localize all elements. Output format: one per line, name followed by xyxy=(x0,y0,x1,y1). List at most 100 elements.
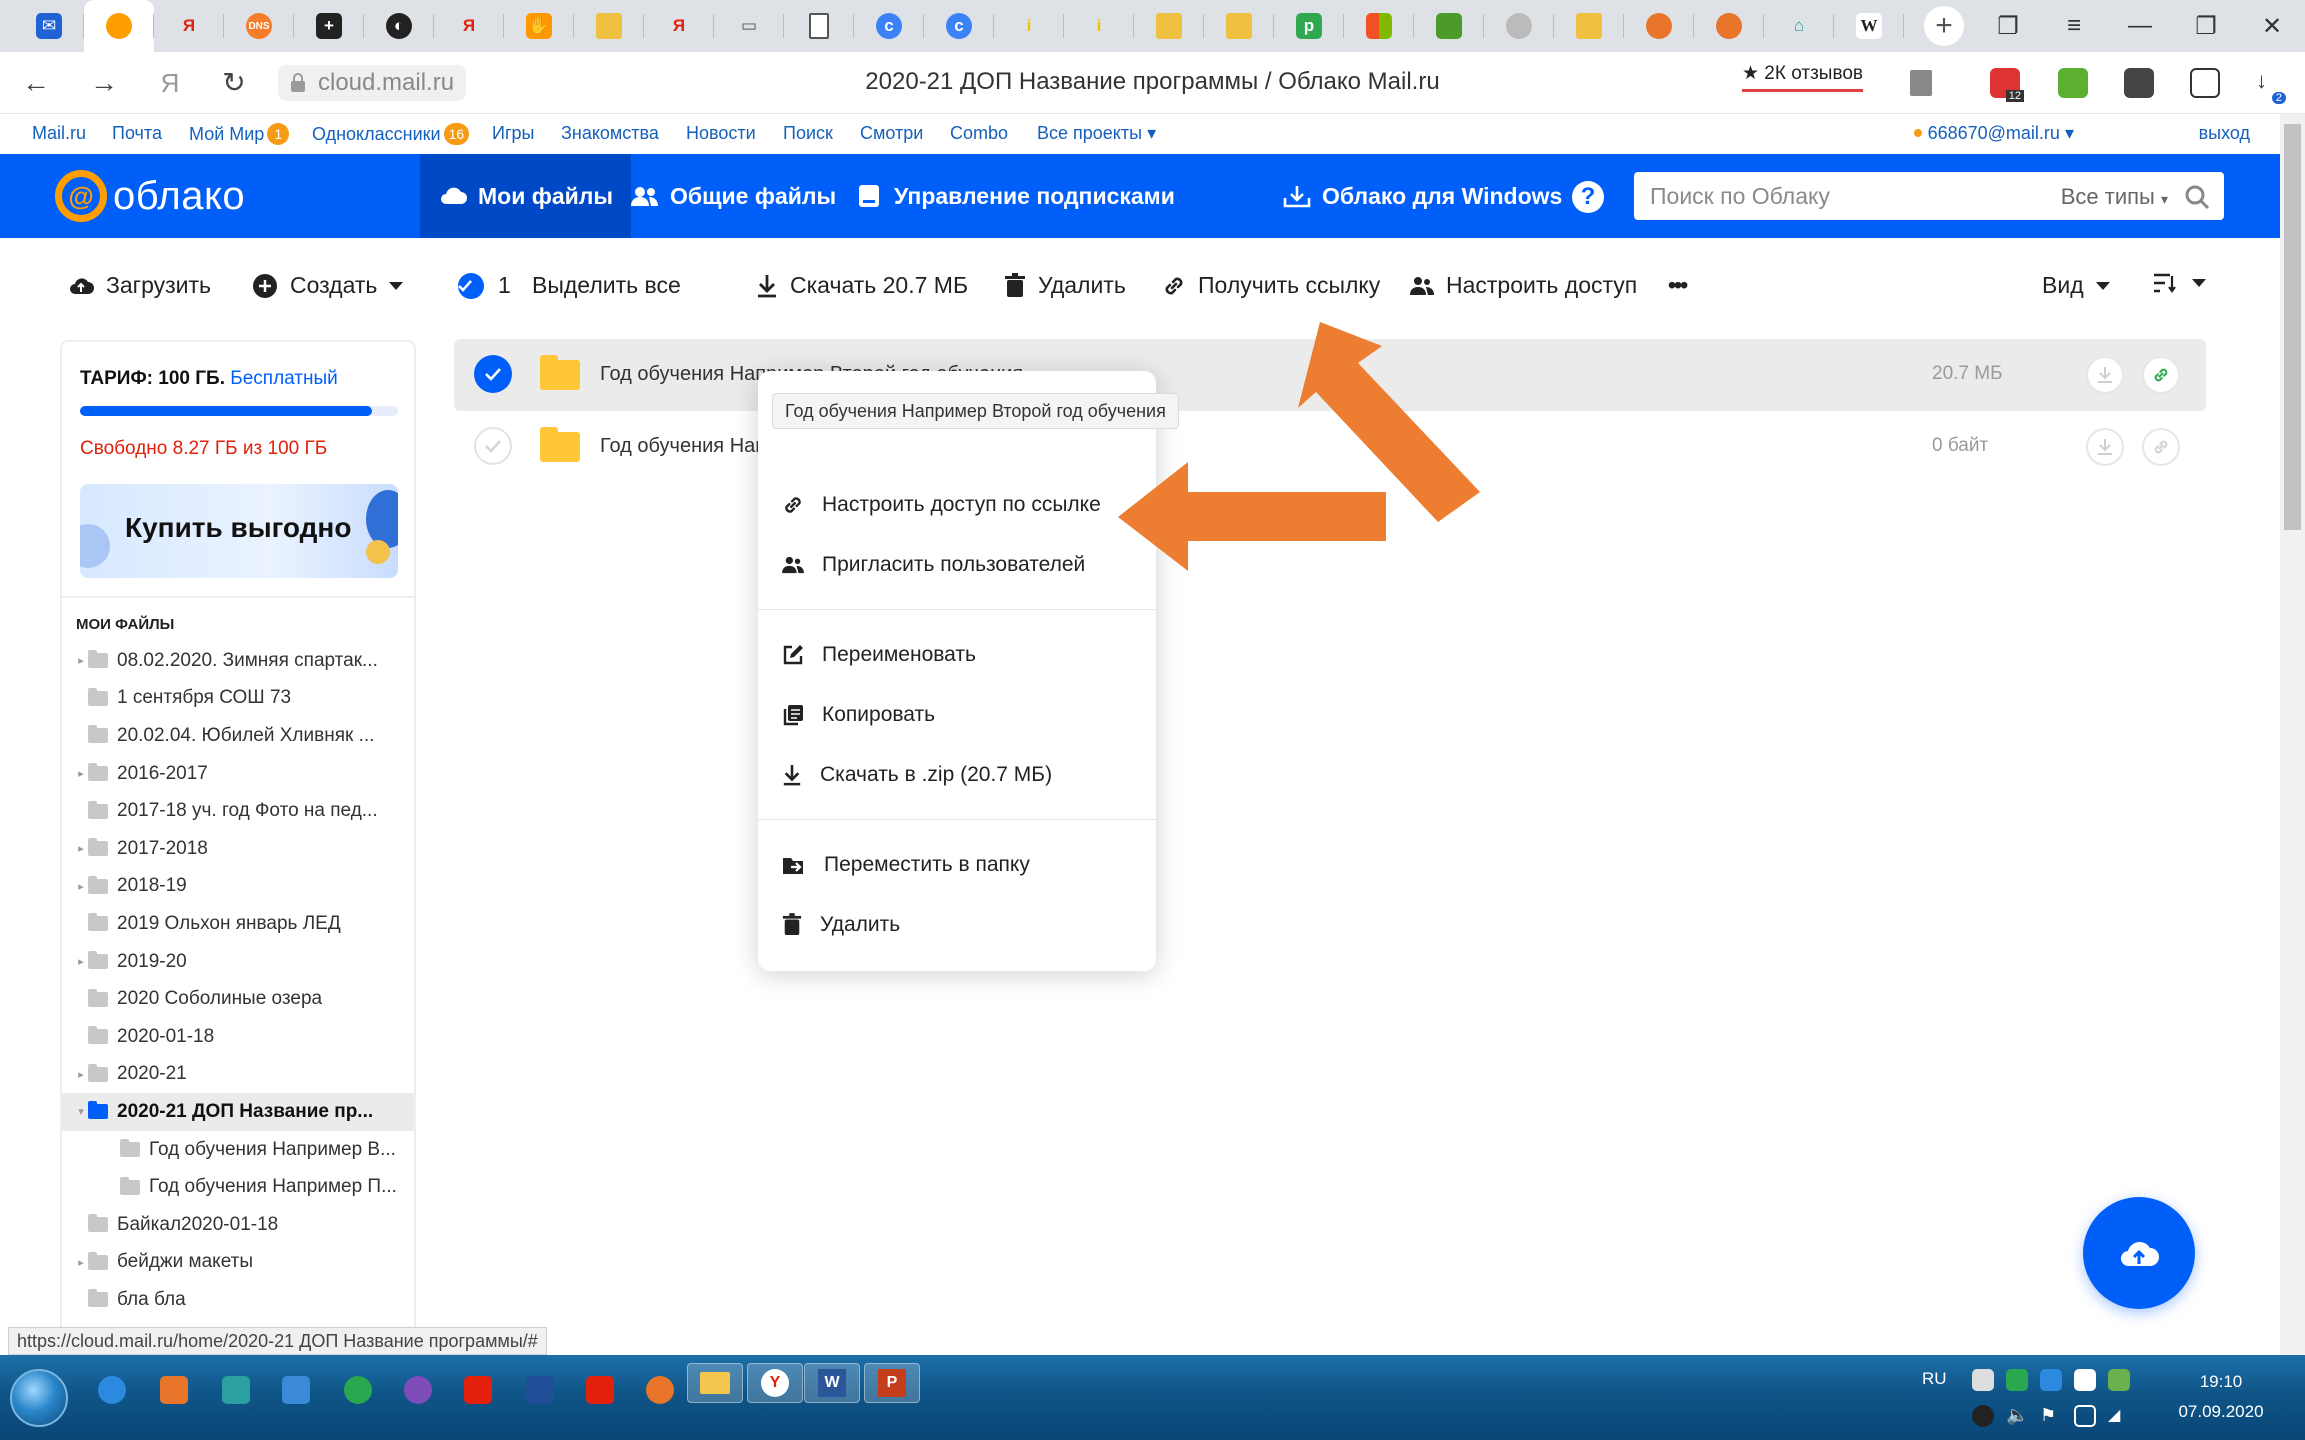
tree-item[interactable]: Год обучения Например П... xyxy=(62,1168,414,1206)
row-download-button[interactable] xyxy=(2086,428,2124,466)
search-input[interactable] xyxy=(1634,172,2054,220)
chevron-down-icon[interactable]: ▾ xyxy=(74,1105,88,1118)
taskbar-word[interactable]: W xyxy=(804,1363,860,1403)
scrollbar-thumb[interactable] xyxy=(2284,124,2301,530)
clock[interactable]: 19:10 07.09.2020 xyxy=(2166,1367,2276,1427)
extension-icon[interactable] xyxy=(2124,68,2154,98)
tab-image-2[interactable] xyxy=(1134,0,1204,52)
portal-link-igry[interactable]: Игры xyxy=(492,123,534,144)
app-icon[interactable] xyxy=(646,1376,674,1404)
taskbar-yandex-browser[interactable]: Y xyxy=(747,1363,803,1403)
tab-dark-app[interactable]: ◐ xyxy=(364,0,434,52)
download-button[interactable]: Скачать 20.7 МБ xyxy=(756,272,968,299)
tab-plus-app[interactable]: + xyxy=(294,0,364,52)
portal-link-combo[interactable]: Combo xyxy=(950,123,1008,144)
delete-button[interactable]: Удалить xyxy=(1004,272,1126,299)
tree-item[interactable]: бла бла xyxy=(62,1281,414,1319)
tab-cloud-active[interactable] xyxy=(84,0,154,52)
tab-orange-round-1[interactable] xyxy=(1624,0,1694,52)
chevron-right-icon[interactable]: ▸ xyxy=(74,654,88,667)
cloud-logo[interactable]: @ облако xyxy=(55,170,245,222)
upload-fab[interactable] xyxy=(2083,1197,2195,1309)
tree-item[interactable]: ▸ 08.02.2020. Зимняя спартак... xyxy=(62,642,414,680)
more-button[interactable]: ••• xyxy=(1668,272,1688,299)
signal-icon[interactable]: ◢ xyxy=(2108,1405,2130,1427)
app-icon[interactable] xyxy=(282,1376,310,1404)
tab-orange-app[interactable]: ✋ xyxy=(504,0,574,52)
sort-button[interactable] xyxy=(2152,272,2206,294)
extension-badge-icon[interactable]: 12 xyxy=(1990,68,2024,102)
tray-icon[interactable] xyxy=(2108,1369,2130,1391)
help-icon[interactable]: ? xyxy=(1572,181,1604,213)
tree-item[interactable]: ▸ бейджи макеты xyxy=(62,1244,414,1282)
tab-wikipedia[interactable]: W xyxy=(1834,0,1904,52)
portal-link-poisk[interactable]: Поиск xyxy=(783,123,833,144)
tab-yandex-2[interactable]: Я xyxy=(434,0,504,52)
portal-link-novosti[interactable]: Новости xyxy=(686,123,756,144)
menu-item-download-zip[interactable]: Скачать в .zip (20.7 МБ) xyxy=(758,749,1156,801)
row-checkbox[interactable] xyxy=(474,427,512,465)
nav-my-files[interactable]: Мои файлы xyxy=(420,154,632,238)
row-checkbox[interactable] xyxy=(474,355,512,393)
url-field[interactable]: cloud.mail.ru xyxy=(278,65,467,101)
tree-item[interactable]: ▸ 2017-2018 xyxy=(62,830,414,868)
tray-icon[interactable] xyxy=(2006,1369,2028,1391)
tree-item[interactable]: 2020 Соболиные озера xyxy=(62,980,414,1018)
tab-image-4[interactable] xyxy=(1554,0,1624,52)
flag-icon[interactable]: ⚑ xyxy=(2040,1405,2062,1427)
new-tab-button[interactable]: + xyxy=(1924,6,1964,46)
viber-icon[interactable] xyxy=(404,1376,432,1404)
photoshop-icon[interactable] xyxy=(526,1376,554,1404)
portal-link-smotri[interactable]: Смотри xyxy=(860,123,923,144)
view-button[interactable]: Вид xyxy=(2042,272,2110,299)
plan-link[interactable]: Бесплатный xyxy=(230,368,338,389)
tab-info-1[interactable]: i xyxy=(994,0,1064,52)
tab-c-1[interactable]: c xyxy=(854,0,924,52)
search-type-select[interactable]: Все типы ▾ xyxy=(2061,184,2168,210)
chat-icon[interactable] xyxy=(2190,68,2220,98)
upload-button[interactable]: Загрузить xyxy=(68,272,211,299)
yandex-browser-icon[interactable]: Я xyxy=(152,65,188,101)
tab-image-3[interactable] xyxy=(1204,0,1274,52)
cloud-for-windows[interactable]: Облако для Windows xyxy=(1264,154,1580,238)
tabs-panel-icon[interactable]: ❐ xyxy=(1975,12,2041,41)
tray-cloud-icon[interactable] xyxy=(2074,1369,2096,1391)
nav-shared-files[interactable]: Общие файлы xyxy=(612,154,854,238)
tree-item[interactable]: ▸ 2020-21 xyxy=(62,1056,414,1094)
minimize-button[interactable]: — xyxy=(2107,12,2173,40)
menu-item-copy[interactable]: Копировать xyxy=(758,689,1156,741)
tab-yandex-3[interactable]: Я xyxy=(644,0,714,52)
tree-item[interactable]: 2017-18 уч. год Фото на пед... xyxy=(62,792,414,830)
yandex-icon[interactable] xyxy=(586,1376,614,1404)
language-indicator[interactable]: RU xyxy=(1922,1369,1947,1389)
tab-document[interactable] xyxy=(784,0,854,52)
tray-icon[interactable] xyxy=(1972,1369,1994,1391)
row-link-button[interactable] xyxy=(2142,428,2180,466)
tab-grey-circle[interactable] xyxy=(1484,0,1554,52)
create-button[interactable]: Создать xyxy=(252,272,404,299)
app-icon[interactable] xyxy=(222,1376,250,1404)
tree-item[interactable]: 1 сентября СОШ 73 xyxy=(62,680,414,718)
chevron-right-icon[interactable]: ▸ xyxy=(74,1256,88,1269)
row-download-button[interactable] xyxy=(2086,356,2124,394)
tree-item[interactable]: Байкал2020-01-18 xyxy=(62,1206,414,1244)
tab-house[interactable]: ⌂ xyxy=(1764,0,1834,52)
reviews-badge[interactable]: ★ 2К отзывов xyxy=(1742,62,1863,92)
chevron-right-icon[interactable]: ▸ xyxy=(74,1068,88,1081)
search-icon[interactable] xyxy=(2184,184,2210,210)
bookmark-icon[interactable] xyxy=(1910,70,1932,96)
portal-link-znakomstva[interactable]: Знакомства xyxy=(561,123,659,144)
tab-dns[interactable]: DNS xyxy=(224,0,294,52)
tab-c-2[interactable]: c xyxy=(924,0,994,52)
downloads-icon[interactable]: ↓ 2 xyxy=(2256,68,2286,104)
start-button[interactable] xyxy=(10,1369,68,1427)
tab-windows-tiles[interactable] xyxy=(1344,0,1414,52)
menu-icon[interactable]: ≡ xyxy=(2041,12,2107,40)
download-arrow-icon[interactable] xyxy=(2058,68,2088,98)
nav-subscriptions[interactable]: Управление подписками xyxy=(836,154,1193,238)
selection-counter[interactable]: 1 xyxy=(458,272,511,299)
user-email[interactable]: 668670@mail.ru ▾ xyxy=(1914,123,2074,144)
tray-icon[interactable] xyxy=(1972,1405,1994,1427)
forward-arrow-icon[interactable]: → xyxy=(86,65,122,101)
select-all-button[interactable]: Выделить все xyxy=(532,272,681,299)
